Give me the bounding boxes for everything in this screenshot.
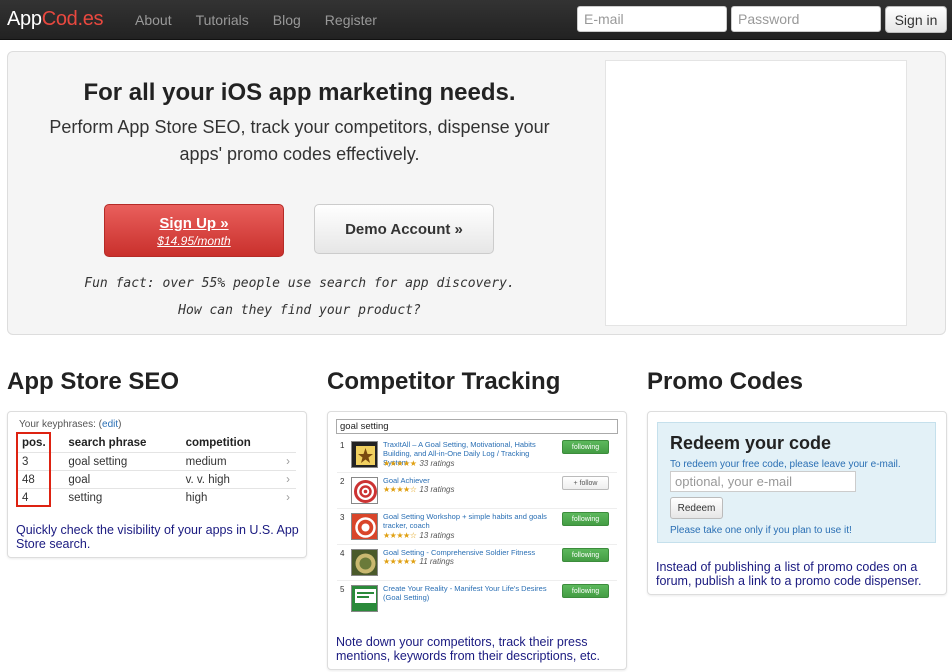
item-rank: 1 [340, 441, 345, 450]
nav-link-about[interactable]: About [123, 0, 184, 40]
col-header-competition: competition [185, 437, 251, 449]
chevron-right-icon[interactable]: › [280, 470, 296, 489]
competitor-column: Competitor Tracking goal setting 1 TraxI… [327, 368, 627, 670]
app-rating: ★★★★★ 11 ratings [383, 557, 454, 566]
nav-link-tutorials[interactable]: Tutorials [184, 0, 261, 40]
redeem-box: Redeem your code To redeem your free cod… [657, 422, 936, 543]
app-title-link[interactable]: Create Your Reality - Manifest Your Life… [383, 584, 555, 602]
app-rating: ★★★★☆ 13 ratings [383, 531, 455, 540]
row-competition: v. v. high [179, 470, 281, 489]
brand-main: App [7, 8, 42, 30]
app-title-link[interactable]: Goal Setting Workshop + simple habits an… [383, 512, 555, 530]
redeem-email-input[interactable] [670, 471, 856, 492]
brand-accent: Cod.es [41, 8, 104, 30]
seo-column: App Store SEO Your keyphrases: (edit) po… [7, 368, 307, 558]
fun-fact-line-2: How can they find your product? [178, 303, 421, 318]
item-rank: 2 [340, 477, 345, 486]
stars-icon: ★★★★☆ [383, 485, 417, 494]
app-title-link[interactable]: Goal Achiever [383, 476, 555, 485]
competitor-heading: Competitor Tracking [327, 368, 561, 395]
following-button[interactable]: following [562, 512, 609, 526]
following-button[interactable]: following [562, 548, 609, 562]
row-phrase: goal [62, 470, 180, 489]
redeem-note: Please take one only if you plan to use … [670, 525, 852, 536]
keyphrases-label: Your keyphrases: (edit) [19, 419, 122, 430]
row-pos: 48 [16, 470, 63, 489]
hero-media-panel [605, 60, 907, 326]
competitor-card: goal setting 1 TraxItAll – A Goal Settin… [327, 411, 627, 670]
stars-icon: ★★★★★ [383, 459, 417, 468]
item-rank: 4 [340, 549, 345, 558]
row-pos: 4 [16, 488, 63, 507]
redeem-button[interactable]: Redeem [670, 497, 723, 519]
row-phrase: goal setting [62, 452, 180, 471]
app-rating: ★★★★☆ 13 ratings [383, 485, 455, 494]
list-item: 2 Goal Achiever ★★★★☆ 13 ratings + follow [337, 473, 617, 509]
stars-icon: ★★★★★ [383, 557, 417, 566]
sign-up-button[interactable]: Sign Up » $14.95/month [104, 204, 284, 257]
nav-links: About Tutorials Blog Register [123, 0, 389, 40]
seo-description: Quickly check the visibility of your app… [16, 523, 299, 551]
redeem-instructions: To redeem your free code, please leave y… [670, 459, 901, 470]
seo-card: Your keyphrases: (edit) pos. search phra… [7, 411, 307, 558]
row-competition: medium [179, 452, 281, 471]
stars-icon: ★★★★☆ [383, 531, 417, 540]
table-header-row: pos. search phrase competition [16, 434, 296, 453]
promo-description: Instead of publishing a list of promo co… [656, 560, 922, 588]
demo-account-button[interactable]: Demo Account » [314, 204, 494, 254]
list-item: 5 Create Your Reality - Manifest Your Li… [337, 581, 617, 617]
promo-card: Redeem your code To redeem your free cod… [647, 411, 947, 595]
following-button[interactable]: following [562, 584, 609, 598]
list-item: 3 Goal Setting Workshop + simple habits … [337, 509, 617, 545]
promo-column: Promo Codes Redeem your code To redeem y… [647, 368, 947, 595]
table-row[interactable]: 3 goal setting medium › [16, 452, 296, 471]
follow-button[interactable]: + follow [562, 476, 609, 490]
nav-link-register[interactable]: Register [313, 0, 389, 40]
table-row[interactable]: 4 setting high › [16, 488, 296, 507]
sign-up-label: Sign Up » [159, 215, 229, 232]
list-item: 4 Goal Setting - Comprehensive Soldier F… [337, 545, 617, 581]
promo-heading: Promo Codes [647, 368, 804, 395]
competitor-search-input[interactable]: goal setting [336, 419, 618, 434]
app-icon [351, 549, 378, 576]
app-title-link[interactable]: Goal Setting - Comprehensive Soldier Fit… [383, 548, 555, 557]
competitor-list: 1 TraxItAll – A Goal Setting, Motivation… [337, 437, 617, 617]
keyphrase-table: pos. search phrase competition 3 goal se… [16, 434, 296, 507]
sign-in-button[interactable]: Sign in [885, 6, 947, 33]
fun-fact: Fun fact: over 55% people use search for… [48, 270, 551, 324]
hero-title: For all your iOS app marketing needs. [83, 79, 516, 106]
col-header-pos: pos. [22, 437, 46, 449]
email-field[interactable] [577, 6, 727, 32]
hero-unit: For all your iOS app marketing needs. Pe… [7, 51, 946, 335]
competitor-description: Note down your competitors, track their … [336, 635, 600, 663]
fun-fact-line-1: Fun fact: over 55% people use search for… [84, 276, 515, 291]
edit-keyphrases-link[interactable]: edit [102, 419, 118, 430]
row-phrase: setting [62, 488, 180, 507]
chevron-right-icon[interactable]: › [280, 452, 296, 471]
col-header-phrase: search phrase [68, 437, 147, 449]
hero-subtitle: Perform App Store SEO, track your compet… [49, 117, 550, 164]
sign-up-price: $14.95/month [157, 234, 231, 248]
row-pos: 3 [16, 452, 63, 471]
app-icon [351, 513, 378, 540]
app-icon [351, 585, 378, 612]
top-navbar: AppCod.es About Tutorials Blog Register … [0, 0, 952, 40]
app-icon [351, 441, 378, 468]
list-item: 1 TraxItAll – A Goal Setting, Motivation… [337, 437, 617, 473]
seo-heading: App Store SEO [7, 368, 180, 395]
row-competition: high [179, 488, 281, 507]
following-button[interactable]: following [562, 440, 609, 454]
password-field[interactable] [731, 6, 881, 32]
item-rank: 5 [340, 585, 345, 594]
brand-logo[interactable]: AppCod.es [7, 8, 104, 31]
nav-link-blog[interactable]: Blog [261, 0, 313, 40]
item-rank: 3 [340, 513, 345, 522]
redeem-title: Redeem your code [670, 433, 832, 453]
app-rating: ★★★★★ 33 ratings [383, 459, 455, 468]
chevron-right-icon[interactable]: › [280, 488, 296, 507]
table-row[interactable]: 48 goal v. v. high › [16, 470, 296, 489]
app-icon [351, 477, 378, 504]
